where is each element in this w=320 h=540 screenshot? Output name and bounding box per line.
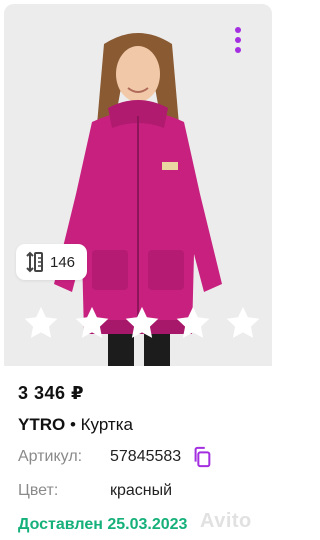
more-options-button[interactable] bbox=[226, 20, 250, 60]
article-label: Артикул: bbox=[18, 448, 83, 465]
product-category: Куртка bbox=[80, 415, 133, 434]
brand-name: YTRO bbox=[18, 415, 66, 434]
article-value: 57845583 bbox=[110, 448, 182, 465]
size-value: 146 bbox=[50, 253, 76, 271]
star-icon[interactable] bbox=[123, 304, 161, 342]
copy-icon[interactable] bbox=[191, 446, 213, 468]
dot-icon bbox=[235, 37, 241, 43]
star-icon[interactable] bbox=[224, 304, 262, 342]
color-row: Цвет: красный bbox=[18, 476, 268, 506]
title-separator: • bbox=[65, 415, 81, 434]
star-icon[interactable] bbox=[73, 304, 111, 342]
ruler-size-icon bbox=[26, 251, 43, 273]
color-value: красный bbox=[110, 482, 173, 499]
rating-stars[interactable] bbox=[22, 304, 262, 344]
dot-icon bbox=[235, 27, 241, 33]
star-icon[interactable] bbox=[22, 304, 60, 342]
article-row: Артикул: 57845583 bbox=[18, 442, 268, 472]
product-title[interactable]: YTRO • Куртка bbox=[18, 412, 268, 438]
avito-watermark: Avito bbox=[200, 510, 252, 532]
color-label: Цвет: bbox=[18, 482, 59, 499]
price: 3 346 ₽ bbox=[18, 383, 85, 403]
size-badge: 146 bbox=[16, 244, 88, 280]
star-icon[interactable] bbox=[174, 304, 212, 342]
dot-icon bbox=[235, 47, 241, 53]
product-card[interactable]: 146 3 346 ₽ YTRO • Куртка Артикул: 57845… bbox=[4, 4, 272, 536]
